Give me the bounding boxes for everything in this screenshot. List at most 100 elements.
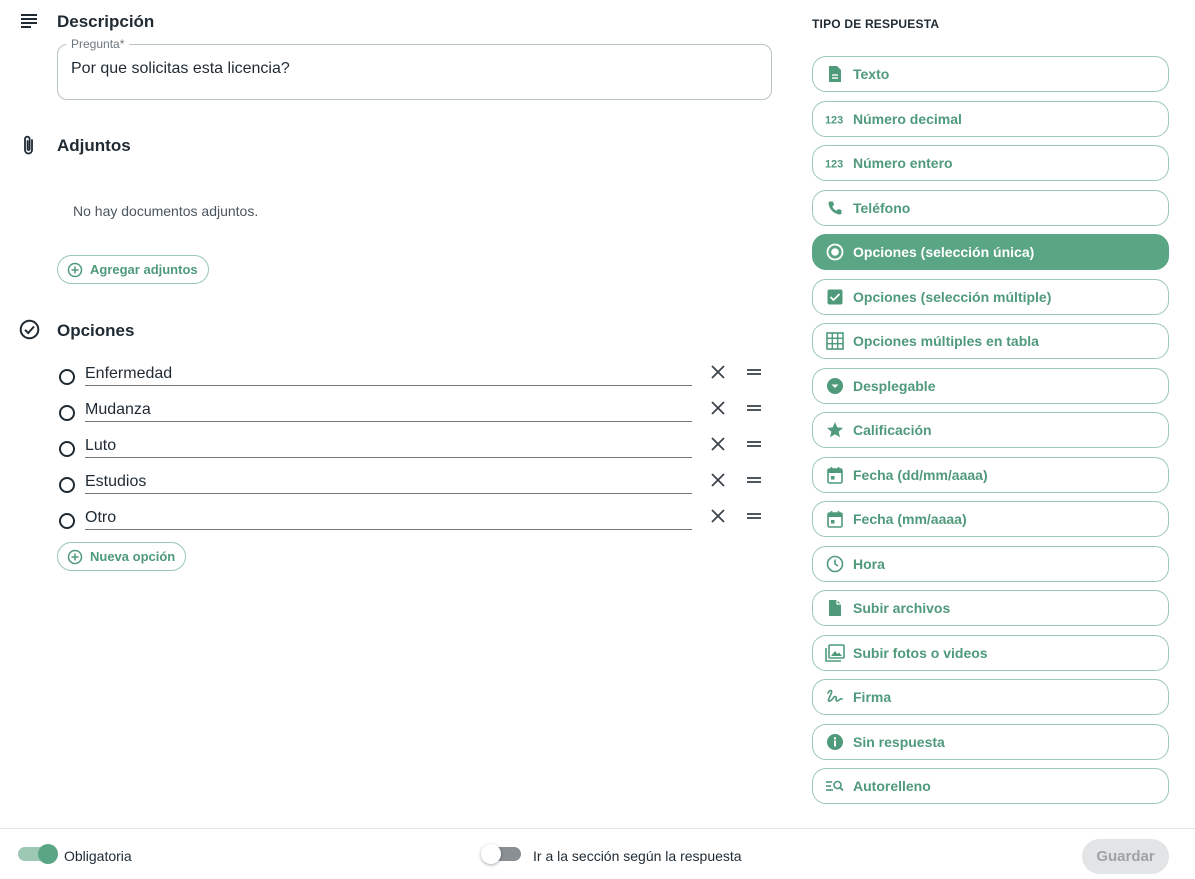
response-type-label: Número entero [853, 155, 953, 171]
option-input[interactable] [85, 394, 692, 422]
response-type-button[interactable]: Texto [812, 56, 1169, 92]
clock-icon [825, 554, 845, 574]
remove-option-icon[interactable] [709, 507, 727, 525]
option-input[interactable] [85, 430, 692, 458]
response-type-label: Hora [853, 555, 885, 572]
phone-icon [825, 198, 845, 218]
notes-icon [20, 12, 38, 35]
signature-icon [825, 687, 845, 707]
add-attachments-button[interactable]: Agregar adjuntos [57, 255, 209, 284]
calendar-icon [825, 509, 845, 529]
add-attachments-label: Agregar adjuntos [90, 262, 198, 277]
drag-handle-icon[interactable] [745, 435, 763, 453]
new-option-button[interactable]: Nueva opción [57, 542, 187, 571]
response-type-button[interactable]: Sin respuesta [812, 723, 1169, 760]
response-type-button[interactable]: 123 Número decimal [812, 100, 1169, 137]
dropdown-circle-icon [825, 376, 845, 396]
response-type-label: Opciones (selección múltiple) [853, 288, 1052, 305]
option-row [57, 466, 767, 502]
text-document-icon [825, 64, 845, 84]
remove-option-icon[interactable] [709, 399, 727, 417]
radio-circle-icon[interactable] [59, 405, 75, 421]
option-row [57, 394, 767, 430]
option-input[interactable] [85, 502, 692, 530]
radio-button-icon [825, 242, 845, 262]
response-type-header: TIPO DE RESPUESTA [812, 17, 940, 31]
drag-handle-icon[interactable] [745, 363, 763, 381]
response-type-label: Texto [853, 66, 890, 82]
response-type-button[interactable]: Opciones (selección única) [812, 234, 1169, 270]
question-input[interactable] [71, 60, 761, 78]
response-type-button[interactable]: Hora [812, 545, 1169, 582]
response-type-button[interactable]: Subir fotos o videos [812, 634, 1169, 671]
response-type-button[interactable]: Calificación [812, 412, 1169, 448]
drag-handle-icon[interactable] [745, 507, 763, 525]
info-icon [825, 732, 845, 752]
option-row [57, 430, 767, 466]
response-type-label: Opciones múltiples en tabla [853, 333, 1039, 349]
response-type-button[interactable]: Fecha (dd/mm/aaaa) [812, 456, 1169, 493]
response-type-label: Número decimal [853, 110, 962, 127]
radio-circle-icon[interactable] [59, 369, 75, 385]
add-circle-icon [67, 549, 83, 565]
attachments-title: Adjuntos [57, 136, 131, 155]
remove-option-icon[interactable] [709, 435, 727, 453]
svg-text:123: 123 [825, 114, 843, 125]
new-option-label: Nueva opción [90, 549, 176, 564]
required-label: Obligatoria [64, 848, 132, 864]
required-toggle-knob [38, 844, 58, 864]
response-type-button[interactable]: Subir archivos [812, 590, 1169, 626]
response-type-button[interactable]: Fecha (mm/aaaa) [812, 501, 1169, 537]
response-type-label: Autorelleno [853, 778, 931, 794]
numbers-icon: 123 [825, 153, 845, 173]
star-icon [825, 420, 845, 440]
drag-handle-icon[interactable] [745, 471, 763, 489]
response-type-button[interactable]: Firma [812, 679, 1169, 715]
response-type-label: Subir archivos [853, 600, 951, 616]
radio-circle-icon[interactable] [59, 513, 75, 529]
response-type-label: Sin respuesta [853, 733, 945, 750]
response-type-label: Subir fotos o videos [853, 644, 988, 661]
description-title: Descripción [57, 12, 155, 31]
response-type-button[interactable]: Teléfono [812, 189, 1169, 226]
goto-section-toggle-knob [481, 844, 501, 864]
required-toggle[interactable] [18, 844, 58, 864]
calendar-icon [825, 465, 845, 485]
question-field[interactable]: Pregunta* [57, 37, 772, 100]
response-type-button[interactable]: Opciones (selección múltiple) [812, 278, 1169, 315]
goto-section-label: Ir a la sección según la respuesta [533, 848, 742, 864]
option-input[interactable] [85, 358, 692, 386]
response-type-label: Calificación [853, 422, 932, 438]
remove-option-icon[interactable] [709, 471, 727, 489]
file-icon [825, 598, 845, 618]
remove-option-icon[interactable] [709, 363, 727, 381]
response-type-label: Firma [853, 689, 892, 705]
autofill-search-icon [825, 776, 845, 796]
question-editor: Descripción Pregunta* Adjuntos No hay do… [0, 0, 790, 828]
grid-table-icon [825, 331, 845, 351]
response-type-button[interactable]: Desplegable [812, 367, 1169, 404]
checkbox-icon [825, 287, 845, 307]
drag-handle-icon[interactable] [745, 399, 763, 417]
radio-circle-icon[interactable] [59, 441, 75, 457]
response-type-label: Fecha (mm/aaaa) [853, 511, 967, 527]
option-input[interactable] [85, 466, 692, 494]
radio-circle-icon[interactable] [59, 477, 75, 493]
footer-bar: Obligatoria Ir a la sección según la res… [0, 828, 1195, 879]
option-row [57, 502, 767, 538]
response-type-label: Fecha (dd/mm/aaaa) [853, 466, 988, 483]
response-type-button[interactable]: 123 Número entero [812, 145, 1169, 181]
goto-section-toggle[interactable] [481, 844, 521, 864]
response-type-label: Teléfono [853, 199, 911, 216]
no-attachments-message: No hay documentos adjuntos. [73, 203, 259, 219]
response-type-button[interactable]: Opciones múltiples en tabla [812, 323, 1169, 359]
option-row [57, 358, 767, 394]
svg-text:123: 123 [825, 159, 843, 170]
photo-library-icon [825, 643, 845, 663]
response-type-panel: TIPO DE RESPUESTA Texto 123 Número decimal… [812, 0, 1172, 828]
check-circle-icon [19, 319, 40, 345]
numbers-icon: 123 [825, 109, 845, 129]
response-type-label: Opciones (selección única) [853, 244, 1035, 260]
save-button[interactable]: Guardar [1082, 839, 1169, 874]
response-type-button[interactable]: Autorelleno [812, 768, 1169, 804]
